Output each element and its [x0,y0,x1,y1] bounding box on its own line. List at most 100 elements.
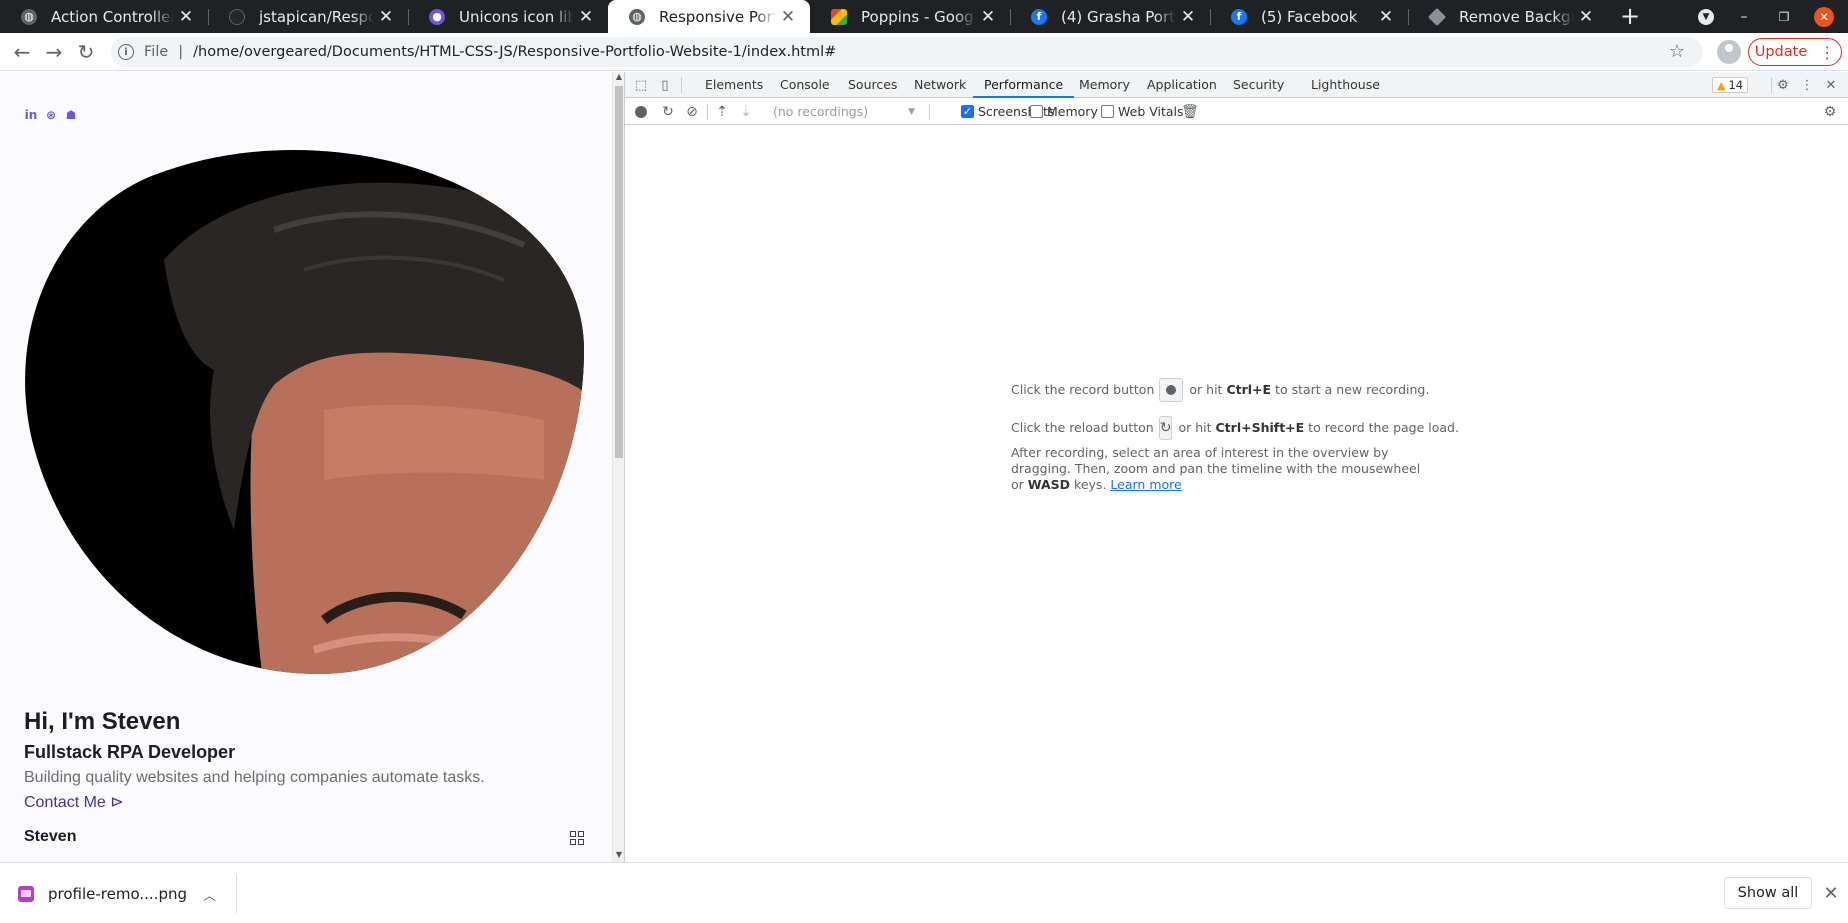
update-label: Update [1754,44,1808,60]
hero-title: Hi, I'm Steven [24,708,181,735]
capture-settings-gear-icon[interactable]: ⚙ [1821,103,1839,121]
performance-toolbar: ↻ ⊘ ⇡ ⇣ (no recordings) ▼ ✓ Screenshots … [625,99,1848,125]
timeline-hint: After recording, select an area of inter… [1011,445,1421,492]
chevron-up-icon[interactable]: ︿ [203,885,216,904]
minimize-icon[interactable]: – [1732,0,1756,33]
portfolio-page: in ⊛ ☗ Hi, I'm Steven Fullstack RPA Deve… [0,72,612,862]
github-icon [229,8,245,25]
tab-memory[interactable]: Memory [1079,72,1130,98]
close-icon[interactable]: ✕ [1374,7,1398,27]
record-hint: Click the record button or hit Ctrl+E to… [1011,377,1431,403]
scroll-down-icon[interactable]: ▼ [615,850,623,859]
tab-responsive-portfolio[interactable]: ◍ Responsive Portfolio ✕ [608,0,810,33]
checkbox-label: Web Vitals [1118,104,1184,119]
devtools-panel: ⬚ ▯ Elements Console Sources Network Per… [624,72,1848,862]
download-item[interactable]: profile-remo....png ︿ [18,876,216,912]
update-button[interactable]: Update ⋮ [1748,38,1842,66]
close-icon[interactable]: ✕ [976,7,1000,27]
show-all-button[interactable]: Show all [1724,877,1812,909]
tab-remove-background[interactable]: Remove Background ✕ [1408,0,1608,33]
learn-more-link[interactable]: Learn more [1110,477,1181,492]
window-close-icon[interactable]: ✕ [1812,0,1836,33]
more-vert-icon[interactable]: ⋮ [1799,77,1815,93]
social-links: in ⊛ ☗ [24,108,78,122]
close-icon[interactable]: ✕ [776,7,800,27]
close-devtools-icon[interactable]: ✕ [1823,77,1839,93]
device-toolbar-icon[interactable]: ▯ [657,77,673,93]
bookmark-star-icon[interactable]: ☆ [1669,41,1685,62]
forward-arrow-icon[interactable]: → [40,38,68,66]
globe-icon: ◍ [21,8,37,25]
recordings-select-value: (no recordings) [773,104,869,119]
tab-application[interactable]: Application [1147,72,1217,98]
load-profile-icon[interactable]: ⇡ [713,103,731,121]
settings-gear-icon[interactable]: ⚙ [1775,77,1791,93]
tab-poppins-google-fonts[interactable]: Poppins - Google Fo ✕ [810,0,1010,33]
close-icon[interactable]: ✕ [1820,880,1842,906]
close-icon[interactable]: ✕ [574,7,598,27]
scrollbar-thumb[interactable] [615,86,623,458]
trash-icon[interactable]: 🗑 [1181,103,1199,121]
github-icon[interactable]: ☗ [64,108,78,122]
menu-grid-icon[interactable] [570,831,584,845]
restore-icon[interactable]: ❐ [1772,0,1796,33]
unicons-icon: ● [429,8,445,25]
recordings-select[interactable]: (no recordings) ▼ [767,102,919,122]
memory-checkbox[interactable]: Memory [1030,104,1098,119]
reload-icon[interactable]: ↻ [72,38,100,66]
scheme-label: File [144,44,169,60]
tab-security[interactable]: Security [1233,72,1284,98]
close-icon[interactable]: ✕ [1574,7,1598,27]
checkbox-checked-icon[interactable]: ✓ [961,105,974,118]
facebook-icon: f [1231,8,1247,25]
shortcut-keys: Ctrl+E [1226,382,1272,397]
close-icon[interactable]: ✕ [374,7,398,27]
linkedin-icon[interactable]: in [24,108,38,122]
back-arrow-icon[interactable]: ← [8,38,36,66]
tab-title: Responsive Portfolio [659,7,776,26]
web-vitals-checkbox[interactable]: Web Vitals [1101,104,1184,119]
tab-title: Poppins - Google Fo [861,7,976,26]
hero-subtitle: Fullstack RPA Developer [24,742,236,762]
download-filename: profile-remo....png [48,885,188,903]
tab-console[interactable]: Console [780,72,830,98]
clear-icon[interactable]: ⊘ [683,103,701,121]
warnings-badge[interactable]: ▲ 14 [1712,77,1749,93]
close-icon[interactable]: ✕ [1176,7,1200,27]
reload-record-icon[interactable]: ↻ [659,103,677,121]
tab-network[interactable]: Network [914,72,966,98]
new-tab-plus-icon[interactable]: + [1616,2,1644,30]
checkbox-label: Memory [1047,104,1098,119]
inspect-element-icon[interactable]: ⬚ [633,77,649,93]
reload-record-button[interactable]: ↻ [1158,416,1173,440]
url-text: /home/overgeared/Documents/HTML-CSS-JS/R… [193,44,837,60]
tab-facebook-grasha[interactable]: f (4) Grasha Porteria | ✕ [1010,0,1210,33]
tab-unicons[interactable]: ● Unicons icon library ✕ [408,0,608,33]
tab-performance[interactable]: Performance [973,72,1075,98]
record-icon[interactable] [635,106,647,118]
tab-action-controller[interactable]: ◍ Action Controller: E ✕ [0,0,208,33]
profile-avatar-icon[interactable] [1717,40,1741,64]
dribbble-icon[interactable]: ⊛ [44,108,58,122]
tab-elements[interactable]: Elements [705,72,763,98]
tab-title: (4) Grasha Porteria | [1061,7,1176,26]
tab-github-repo[interactable]: jstapican/Responsiv ✕ [208,0,408,33]
site-info-icon[interactable]: i [118,44,134,60]
nav-logo[interactable]: Steven [24,828,76,846]
devtools-tabbar: ⬚ ▯ Elements Console Sources Network Per… [625,72,1848,98]
google-fonts-icon [831,8,847,25]
record-icon [1166,385,1177,395]
performance-landing: Click the record button or hit Ctrl+E to… [1011,377,1459,493]
page-scrollbar[interactable]: ▲ ▼ [612,72,624,862]
address-bar[interactable]: i File | /home/overgeared/Documents/HTML… [111,37,1703,67]
tab-lighthouse[interactable]: Lighthouse [1311,72,1380,98]
tab-facebook[interactable]: f (5) Facebook ✕ [1210,0,1408,33]
tab-search-chevron-icon[interactable]: ▼ [1694,0,1718,33]
download-shelf: profile-remo....png ︿ Show all ✕ [0,862,1848,923]
contact-me-link[interactable]: Contact Me ⊳ [24,792,124,812]
warning-count: 14 [1728,78,1744,92]
record-button[interactable] [1159,378,1184,402]
scroll-up-icon[interactable]: ▲ [615,72,623,81]
tab-sources[interactable]: Sources [848,72,897,98]
close-icon[interactable]: ✕ [174,7,198,27]
